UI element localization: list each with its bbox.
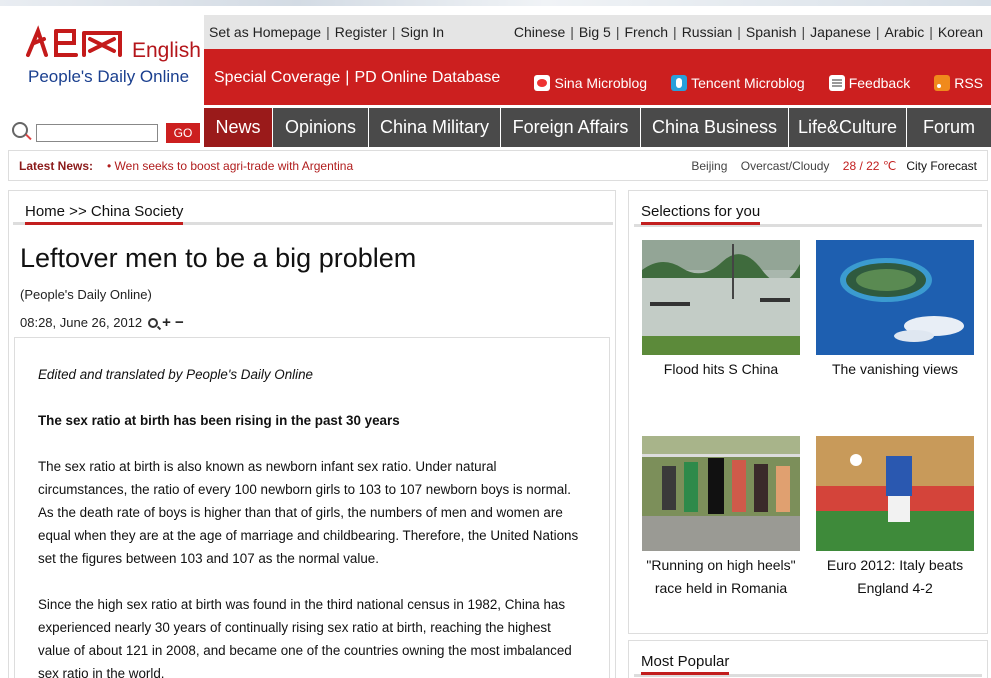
lang-japanese-link[interactable]: Japanese [810, 24, 871, 40]
island-photo-thumbnail[interactable] [816, 240, 974, 355]
nav-life-culture[interactable]: Life&Culture [788, 108, 906, 147]
logo-tagline: People's Daily Online [28, 67, 190, 86]
sign-in-link[interactable]: Sign In [401, 24, 445, 40]
article-paragraph: The sex ratio at birth is also known as … [38, 459, 579, 566]
article-body: Edited and translated by People's Daily … [14, 337, 610, 678]
euro-2012-photo-thumbnail[interactable] [816, 436, 974, 551]
selection-caption[interactable]: The vanishing views [816, 358, 974, 381]
city-forecast-link[interactable]: City Forecast [906, 159, 977, 173]
nav-china-business[interactable]: China Business [640, 108, 788, 147]
selections-title-bar: Selections for you [634, 199, 982, 227]
feedback-icon [828, 75, 845, 91]
lang-big5-link[interactable]: Big 5 [579, 24, 611, 40]
most-popular-title-bar: Most Popular [634, 649, 982, 677]
rss-icon [934, 75, 951, 91]
sina-weibo-icon [534, 75, 551, 91]
selection-caption[interactable]: "Running on high heels" race held in Rom… [642, 554, 800, 600]
latest-news-headline[interactable]: • Wen seeks to boost agri-trade with Arg… [107, 159, 353, 173]
heels-race-photo-thumbnail[interactable] [642, 436, 800, 551]
site-logo[interactable]: English People's Daily Online [8, 15, 204, 105]
weather-widget: Beijing Overcast/Cloudy 28 / 22 ℃ City F… [691, 159, 977, 173]
logo-english-word: English [132, 39, 201, 62]
breadcrumb[interactable]: Home >> China Society [25, 203, 184, 225]
lang-chinese-link[interactable]: Chinese [514, 24, 565, 40]
latest-news-bar: Latest News: • Wen seeks to boost agri-t… [8, 150, 988, 181]
selections-title: Selections for you [641, 203, 761, 225]
article-title: Leftover men to be a big problem [20, 243, 417, 273]
weather-temperature: 28 / 22 ℃ [842, 159, 897, 173]
special-coverage-link[interactable]: Special Coverage [214, 69, 340, 86]
breadcrumb-bar: Home >> China Society [13, 199, 613, 225]
lang-french-link[interactable]: French [624, 24, 668, 40]
feedback-link[interactable]: Feedback [828, 75, 911, 91]
font-decrease-icon[interactable]: − [175, 315, 184, 330]
search-go-button[interactable]: GO [166, 123, 200, 143]
search-area: GO [8, 110, 204, 146]
article-subheading: The sex ratio at birth has been rising i… [38, 413, 400, 428]
sina-microblog-label: Sina Microblog [554, 75, 648, 91]
selection-card-heels[interactable]: "Running on high heels" race held in Rom… [642, 436, 800, 600]
article-credit: Edited and translated by People's Daily … [38, 367, 313, 382]
set-homepage-link[interactable]: Set as Homepage [209, 24, 321, 40]
header-red-bar: Special Coverage | PD Online Database Sina… [204, 49, 991, 105]
selection-caption[interactable]: Euro 2012: Italy beats England 4-2 [816, 554, 974, 600]
top-banner-strip [0, 0, 991, 6]
tencent-weibo-icon [671, 75, 688, 91]
rss-label: RSS [954, 75, 983, 91]
most-popular-panel: Most Popular [628, 640, 988, 678]
nav-opinions[interactable]: Opinions [272, 108, 368, 147]
account-links: Set as Homepage | Register | Sign In [209, 24, 445, 40]
selection-card-flood[interactable]: Flood hits S China [642, 240, 800, 381]
lang-russian-link[interactable]: Russian [682, 24, 733, 40]
pd-database-link[interactable]: PD Online Database [354, 69, 500, 86]
weather-condition: Overcast/Cloudy [740, 159, 830, 173]
nav-foreign-affairs[interactable]: Foreign Affairs [500, 108, 640, 147]
zoom-icon[interactable] [148, 317, 159, 328]
selection-card-vanishing[interactable]: The vanishing views [816, 240, 974, 381]
article-column: Home >> China Society Leftover men to be… [8, 190, 616, 678]
flood-photo-thumbnail[interactable] [642, 240, 800, 355]
nav-china-military[interactable]: China Military [368, 108, 500, 147]
selection-caption[interactable]: Flood hits S China [642, 358, 800, 381]
article-datetime: 08:28, June 26, 2012 [20, 315, 143, 330]
lang-korean-link[interactable]: Korean [938, 24, 983, 40]
nav-forum[interactable]: Forum [906, 108, 991, 147]
most-popular-title: Most Popular [641, 653, 730, 675]
lang-spanish-link[interactable]: Spanish [746, 24, 797, 40]
tencent-microblog-label: Tencent Microblog [691, 75, 805, 91]
sina-microblog-link[interactable]: Sina Microblog [534, 75, 647, 91]
font-increase-icon[interactable]: + [162, 315, 171, 330]
weather-city: Beijing [691, 159, 728, 173]
tencent-microblog-link[interactable]: Tencent Microblog [671, 75, 805, 91]
special-links: Special Coverage | PD Online Database [214, 69, 501, 86]
article-meta: 08:28, June 26, 2012 + − [20, 315, 184, 331]
latest-news-label: Latest News: [19, 159, 94, 173]
register-link[interactable]: Register [335, 24, 387, 40]
nav-news[interactable]: News [204, 108, 272, 147]
selection-card-euro[interactable]: Euro 2012: Italy beats England 4-2 [816, 436, 974, 600]
rss-link[interactable]: RSS [934, 75, 983, 91]
article-paragraph: Since the high sex ratio at birth was fo… [38, 597, 572, 678]
lang-arabic-link[interactable]: Arabic [885, 24, 925, 40]
peoples-daily-cn-logo-icon [26, 25, 122, 57]
search-input[interactable] [36, 124, 158, 142]
social-tools: Sina Microblog Tencent Microblog Feedbac… [534, 75, 983, 91]
selections-panel: Selections for you Flood hits S China Th… [628, 190, 988, 634]
main-nav: News Opinions China Military Foreign Aff… [204, 108, 991, 147]
search-icon [12, 122, 28, 138]
article-source: (People's Daily Online) [20, 287, 152, 302]
language-links: Chinese | Big 5 | French | Russian | Spanish | Jap… [513, 24, 983, 40]
header-top-bar: Set as Homepage | Register | Sign In Chinese… [204, 15, 991, 49]
feedback-label: Feedback [848, 75, 911, 91]
